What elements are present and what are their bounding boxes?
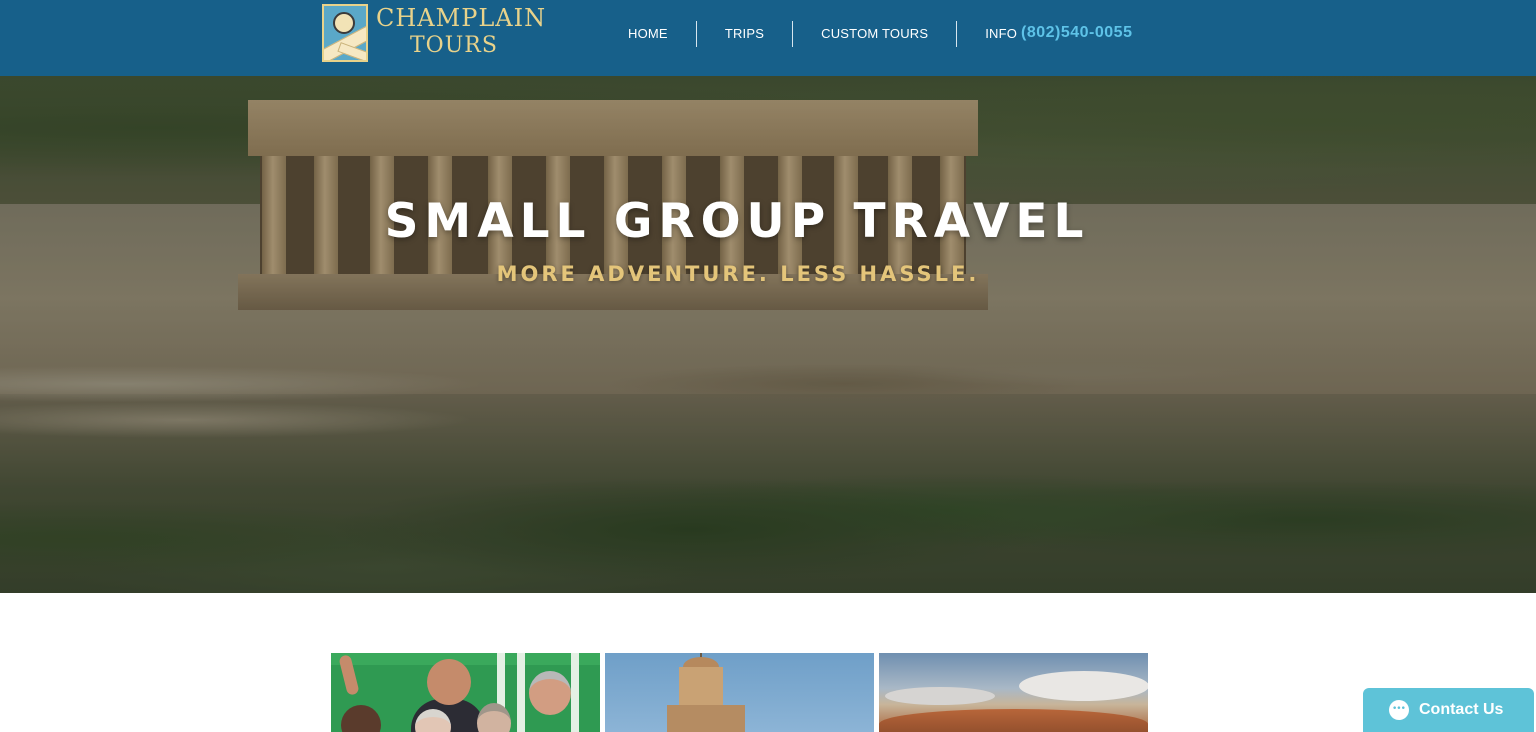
nav-home[interactable]: HOME (600, 21, 696, 47)
logo-line2: TOURS (410, 33, 498, 58)
hero-overlay (0, 76, 1536, 593)
trip-card-church-photo[interactable] (605, 653, 874, 732)
site-header: CHAMPLAIN TOURS HOME TRIPS CUSTOM TOURS … (0, 0, 1536, 76)
logo-line1: CHAMPLAIN (376, 4, 547, 32)
hero-banner: SMALL GROUP TRAVEL MORE ADVENTURE. LESS … (0, 76, 1536, 593)
nav-custom-tours[interactable]: CUSTOM TOURS (793, 21, 956, 47)
nav-trips[interactable]: TRIPS (697, 21, 792, 47)
phone-number-link[interactable]: (802)540-0055 (1021, 24, 1132, 42)
trip-card-landscape-photo[interactable] (879, 653, 1148, 732)
hero-title: SMALL GROUP TRAVEL (384, 194, 1090, 249)
hero-subtitle: MORE ADVENTURE. LESS HASSLE. (496, 262, 980, 286)
logo-emblem-icon (322, 4, 368, 62)
contact-us-button[interactable]: Contact Us (1363, 688, 1534, 732)
trip-card-group-photo[interactable] (331, 653, 600, 732)
main-nav: HOME TRIPS CUSTOM TOURS INFO (600, 20, 1045, 48)
chat-bubble-icon (1389, 700, 1409, 720)
contact-us-label: Contact Us (1419, 701, 1504, 718)
champlain-tours-logo[interactable]: CHAMPLAIN TOURS (322, 4, 545, 66)
